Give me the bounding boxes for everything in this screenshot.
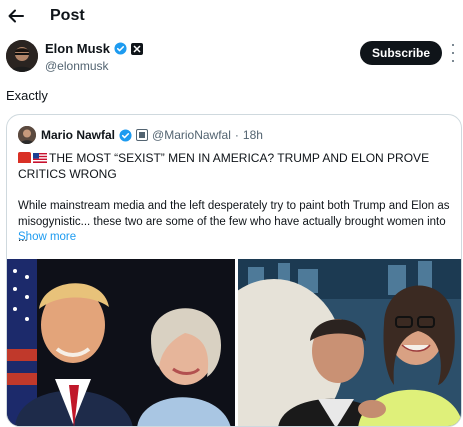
quote-author-avatar[interactable] xyxy=(18,126,36,144)
author-avatar[interactable] xyxy=(6,40,38,72)
quoted-post-card[interactable]: Mario Nawfal @MarioNawfal · 18h THE MOST… xyxy=(6,114,462,427)
post-header: Post xyxy=(0,0,463,36)
quote-author-row[interactable]: Mario Nawfal @MarioNawfal · 18h xyxy=(41,128,263,142)
post-image-right[interactable] xyxy=(238,259,461,426)
x-affiliate-badge-icon[interactable] xyxy=(131,42,144,55)
verified-badge-icon xyxy=(119,128,132,142)
tweet-text: Exactly xyxy=(6,88,48,103)
quote-timestamp[interactable]: 18h xyxy=(243,128,263,142)
arrow-left-icon[interactable] xyxy=(6,6,26,26)
quote-headline: THE MOST “SEXIST” MEN IN AMERICA? TRUMP … xyxy=(18,150,450,182)
subscribe-button[interactable]: Subscribe xyxy=(360,41,442,65)
more-options-icon[interactable] xyxy=(449,44,457,62)
affiliate-square-icon xyxy=(136,129,149,141)
page-title: Post xyxy=(50,7,85,24)
quote-body: While mainstream media and the left desp… xyxy=(18,200,450,244)
quote-headline-text: THE MOST “SEXIST” MEN IN AMERICA? TRUMP … xyxy=(18,151,430,181)
show-more-link[interactable]: Show more xyxy=(18,231,76,243)
dot-separator: · xyxy=(234,128,239,142)
author-name[interactable]: Elon Musk xyxy=(45,41,144,56)
author-handle[interactable]: @elonmusk xyxy=(45,59,109,73)
siren-emoji-icon xyxy=(18,152,31,163)
quote-author-handle[interactable]: @MarioNawfal xyxy=(152,128,231,142)
quote-author-name[interactable]: Mario Nawfal xyxy=(41,128,115,142)
verified-badge-icon xyxy=(114,42,127,55)
us-flag-emoji-icon xyxy=(33,153,47,163)
post-image-left[interactable] xyxy=(7,259,235,426)
author-name-text[interactable]: Elon Musk xyxy=(45,41,110,56)
